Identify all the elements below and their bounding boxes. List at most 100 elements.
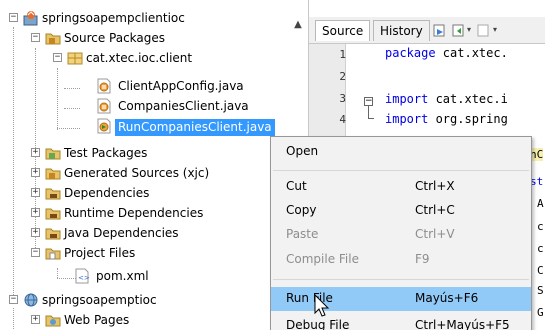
menu-item-shortcut: Ctrl+V	[415, 227, 455, 241]
web-pages-folder-icon	[45, 312, 61, 328]
menu-item-label: Compile File	[286, 252, 359, 266]
fold-guide	[368, 106, 369, 118]
menu-item-open[interactable]: Open	[271, 140, 531, 164]
code-text: cat.xtec.i	[428, 92, 508, 106]
tree-item-label: springsoapempclientioc	[42, 11, 185, 25]
menu-separator	[273, 170, 529, 171]
svg-text:<>: <>	[78, 274, 90, 282]
xml-file-icon: <>	[74, 268, 90, 284]
maven-project-icon	[23, 10, 39, 26]
tree-row-runtime-dependencies[interactable]: + Runtime Dependencies	[0, 203, 300, 223]
menu-item-cut[interactable]: Cut Ctrl+X	[271, 175, 531, 199]
collapse-toggle-icon[interactable]: −	[9, 295, 18, 304]
java-class-icon	[96, 118, 112, 134]
tree-row-project-files[interactable]: − Project Files	[0, 243, 300, 263]
library-folder-icon	[45, 185, 61, 201]
menu-item-debug-file[interactable]: Debug File Ctrl+Mayús+F5	[271, 314, 531, 330]
tree-item-label: pom.xml	[96, 269, 149, 283]
mouse-pointer-icon	[313, 293, 331, 318]
menu-item-label: Paste	[286, 227, 319, 241]
line-number: 3	[339, 92, 346, 105]
code-fragment: c	[537, 242, 544, 255]
scroll-up-arrow-icon[interactable]: ▲	[290, 17, 306, 33]
menu-item-run-file[interactable]: Run File Mayús+F6	[271, 287, 531, 311]
tree-item-label: RunCompaniesClient.java	[115, 119, 275, 136]
menu-separator	[273, 279, 529, 280]
tab-source[interactable]: Source	[315, 20, 371, 41]
expand-toggle-icon[interactable]: +	[31, 168, 40, 177]
menu-item-compile-file[interactable]: Compile File F9	[271, 248, 531, 272]
menu-item-label: Debug File	[286, 318, 350, 330]
menu-item-shortcut: Ctrl+C	[415, 203, 455, 217]
tree-item-label: cat.xtec.ioc.client	[86, 51, 193, 65]
fold-toggle-icon[interactable]: −	[364, 97, 373, 106]
tree-row-java-dependencies[interactable]: + Java Dependencies	[0, 223, 300, 243]
chevron-down-icon[interactable]: ▾	[493, 23, 501, 37]
code-line[interactable]: import cat.xtec.i	[385, 92, 508, 106]
code-keyword: import	[385, 112, 429, 126]
collapse-toggle-icon[interactable]: −	[53, 53, 62, 62]
tree-item-label: Dependencies	[64, 186, 150, 200]
collapse-toggle-icon[interactable]: −	[31, 33, 40, 42]
line-number: 4	[339, 113, 346, 126]
expand-toggle-icon[interactable]: +	[31, 208, 40, 217]
line-number: 1	[339, 48, 346, 61]
tree-row-file[interactable]: ClientAppConfig.java	[0, 78, 300, 98]
expand-toggle-icon[interactable]: +	[31, 148, 40, 157]
forward-icon[interactable]	[477, 23, 491, 37]
collapse-toggle-icon[interactable]: −	[31, 248, 40, 257]
back-icon[interactable]	[452, 23, 466, 37]
tree-item-label: Project Files	[64, 246, 136, 260]
expand-toggle-icon[interactable]: +	[31, 188, 40, 197]
tree-row-project-service[interactable]: − springsoapemptioc	[0, 290, 300, 310]
expand-toggle-icon[interactable]: +	[31, 228, 40, 237]
code-line[interactable]: package cat.xtec.	[385, 46, 508, 60]
tree-row-test-packages[interactable]: + Test Packages	[0, 143, 300, 163]
tree-row-file[interactable]: <> pom.xml	[0, 268, 300, 288]
tree-row-file-selected[interactable]: RunCompaniesClient.java	[0, 118, 300, 138]
tree-row-package[interactable]: − cat.xtec.ioc.client	[0, 48, 300, 68]
generated-folder-icon	[45, 165, 61, 181]
tree-item-label: CompaniesClient.java	[118, 99, 249, 113]
chevron-down-icon[interactable]: ▾	[467, 23, 475, 37]
tree-item-label: Generated Sources (xjc)	[64, 166, 210, 180]
menu-item-shortcut: Mayús+F6	[415, 291, 479, 305]
code-text: org.spring	[428, 112, 508, 126]
code-text: cat.xtec.	[435, 46, 508, 60]
tree-row-file[interactable]: CompaniesClient.java	[0, 98, 300, 118]
tab-history[interactable]: History	[373, 20, 430, 41]
package-icon	[67, 50, 83, 66]
tree-item-label: Java Dependencies	[64, 226, 179, 240]
web-project-icon	[23, 292, 39, 308]
code-line[interactable]: import org.spring	[385, 112, 508, 126]
code-keyword: package	[385, 46, 436, 60]
tree-row-source-packages[interactable]: − Source Packages	[0, 28, 300, 48]
menu-item-shortcut: Ctrl+Mayús+F5	[415, 318, 510, 330]
tree-row-dependencies[interactable]: + Dependencies	[0, 183, 300, 203]
project-files-folder-icon	[45, 245, 61, 261]
tree-row-project-client[interactable]: − springsoapempclientioc	[0, 8, 300, 28]
collapse-toggle-icon[interactable]: −	[9, 13, 18, 22]
expand-toggle-icon[interactable]: +	[31, 315, 40, 324]
tree-item-label: Web Pages	[64, 313, 130, 327]
fold-guide	[368, 118, 374, 119]
java-class-icon	[96, 98, 112, 114]
tree-row-web-pages[interactable]: + Web Pages	[0, 310, 300, 329]
menu-item-copy[interactable]: Copy Ctrl+C	[271, 199, 531, 223]
tree-item-label: ClientAppConfig.java	[118, 79, 244, 93]
projects-tree[interactable]: − springsoapempclientioc − Source Packag…	[0, 0, 309, 329]
menu-item-paste[interactable]: Paste Ctrl+V	[271, 223, 531, 247]
code-fragment: G	[537, 306, 544, 319]
tree-item-label: Source Packages	[64, 31, 166, 45]
source-folder-icon	[45, 30, 61, 46]
menu-item-label: Copy	[286, 203, 317, 217]
tree-item-label: springsoapemptioc	[42, 293, 157, 307]
last-edit-icon[interactable]	[433, 23, 447, 37]
code-keyword: import	[385, 92, 429, 106]
tree-row-generated-sources[interactable]: + Generated Sources (xjc)	[0, 163, 300, 183]
code-fragment: S	[537, 284, 544, 297]
tree-item-label: Test Packages	[64, 146, 148, 160]
menu-item-shortcut: F9	[415, 252, 430, 266]
context-menu: Open Cut Ctrl+X Copy Ctrl+C Paste Ctrl+V…	[270, 136, 532, 330]
library-folder-icon	[45, 205, 61, 221]
